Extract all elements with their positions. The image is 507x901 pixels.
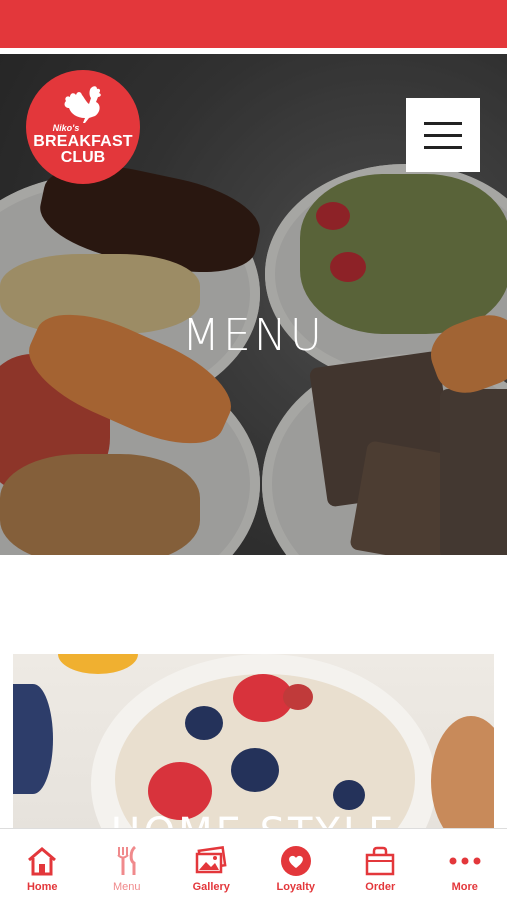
tab-order[interactable]: Order (338, 829, 423, 901)
top-status-bar (0, 0, 507, 48)
hamburger-line (424, 146, 462, 149)
heart-icon (279, 845, 313, 877)
more-dots-icon (448, 845, 482, 877)
bag-icon (363, 845, 397, 877)
rooster-icon (61, 84, 107, 124)
bottom-tab-bar: Home Menu Gallery Loyalty Ord (0, 828, 507, 901)
brand-name-line2: CLUB (61, 150, 105, 166)
tab-label: More (452, 881, 478, 893)
tab-label: Gallery (193, 881, 230, 893)
brand-prefix: Niko's (53, 123, 80, 133)
tab-label: Menu (113, 881, 141, 893)
page-title: MENU (0, 310, 507, 361)
brand-logo[interactable]: Niko's BREAKFAST CLUB (26, 70, 140, 184)
tab-label: Home (27, 881, 58, 893)
tab-label: Loyalty (276, 881, 315, 893)
hamburger-menu-button[interactable] (406, 98, 480, 172)
tab-more[interactable]: More (423, 829, 507, 901)
tab-loyalty[interactable]: Loyalty (254, 829, 339, 901)
tab-gallery[interactable]: Gallery (169, 829, 254, 901)
hamburger-line (424, 134, 462, 137)
fork-knife-icon (110, 845, 144, 877)
category-card-home-style[interactable] (13, 654, 494, 834)
brand-name-line1: BREAKFAST (33, 133, 133, 150)
home-icon (25, 845, 59, 877)
tab-home[interactable]: Home (0, 829, 85, 901)
tab-label: Order (365, 881, 395, 893)
gallery-icon (194, 845, 228, 877)
hamburger-line (424, 122, 462, 125)
tab-menu[interactable]: Menu (85, 829, 170, 901)
